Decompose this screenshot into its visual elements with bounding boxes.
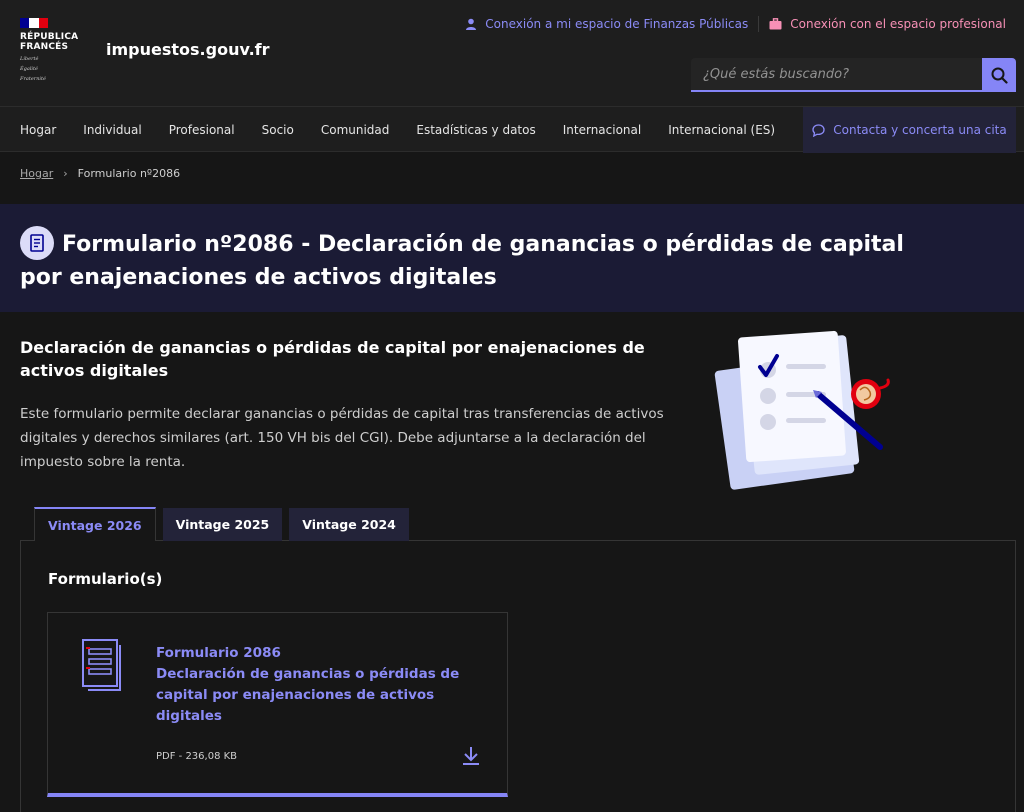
motto-3: Fraternité [20, 76, 46, 82]
pro-space-link[interactable]: Conexión con el espacio profesional [769, 17, 1006, 31]
top-links-divider [758, 16, 760, 32]
search-icon [991, 67, 1008, 84]
top-links: Conexión a mi espacio de Finanzas Públic… [465, 16, 1006, 32]
download-icon[interactable] [462, 746, 480, 766]
chat-bubble-icon [812, 123, 825, 137]
page-title: Formulario nº2086 - Declaración de ganan… [20, 232, 904, 290]
intro-text: Este formulario permite declarar gananci… [20, 406, 664, 470]
nav-item-hogar[interactable]: Hogar [20, 123, 56, 137]
personal-space-label: Conexión a mi espacio de Finanzas Públic… [485, 17, 749, 31]
briefcase-icon [769, 18, 782, 30]
card-title-line2: Declaración de ganancias o pérdidas de c… [156, 666, 460, 724]
pro-space-label: Conexión con el espacio profesional [790, 17, 1006, 31]
title-banner: Formulario nº2086 - Declaración de ganan… [0, 204, 1024, 312]
site-header: RÉPUBLICA FRANCÉS Liberté Égalité Frater… [0, 0, 1024, 106]
contact-label: Contacta y concerta una cita [833, 123, 1007, 137]
card-title-line1: Formulario 2086 [156, 645, 281, 661]
nav-item-internacional-es[interactable]: Internacional (ES) [668, 123, 775, 137]
site-name-link[interactable]: impuestos.gouv.fr [106, 40, 270, 59]
form-download-card[interactable]: Formulario 2086 Declaración de ganancias… [47, 612, 508, 797]
tab-vintage-2026[interactable]: Vintage 2026 [34, 507, 156, 541]
nav-item-comunidad[interactable]: Comunidad [321, 123, 390, 137]
republic-logo[interactable]: RÉPUBLICA FRANCÉS Liberté Égalité Frater… [20, 18, 78, 82]
card-file-info: PDF - 236,08 KB [156, 751, 238, 762]
search-bar [691, 58, 1016, 92]
nav-item-internacional[interactable]: Internacional [563, 123, 641, 137]
motto-2: Égalité [20, 66, 38, 72]
form-illustration [714, 330, 890, 490]
nav-item-socio[interactable]: Socio [262, 123, 294, 137]
nav-items: Hogar Individual Profesional Socio Comun… [20, 107, 802, 153]
contact-appointment-button[interactable]: Contacta y concerta una cita [803, 107, 1016, 153]
personal-space-link[interactable]: Conexión a mi espacio de Finanzas Públic… [465, 17, 748, 31]
document-icon [82, 639, 121, 691]
card-title[interactable]: Formulario 2086 Declaración de ganancias… [156, 643, 476, 727]
search-input[interactable] [691, 58, 982, 92]
breadcrumb-home[interactable]: Hogar [20, 167, 53, 180]
main-nav: Hogar Individual Profesional Socio Comun… [0, 106, 1024, 153]
search-button[interactable] [982, 58, 1016, 92]
french-flag-icon [20, 18, 48, 28]
logo-line2: FRANCÉS [20, 42, 69, 52]
forms-heading: Formulario(s) [48, 570, 163, 588]
nav-item-individual[interactable]: Individual [83, 123, 141, 137]
intro-title: Declaración de ganancias o pérdidas de c… [20, 338, 645, 380]
tab-vintage-2024[interactable]: Vintage 2024 [289, 508, 409, 541]
motto-1: Liberté [20, 56, 39, 62]
breadcrumb-current: Formulario nº2086 [77, 167, 181, 180]
user-icon [466, 18, 477, 30]
vintage-tabs: Vintage 2026 Vintage 2025 Vintage 2024 [34, 507, 409, 541]
nav-item-estadisticas[interactable]: Estadísticas y datos [416, 123, 535, 137]
nav-item-profesional[interactable]: Profesional [169, 123, 235, 137]
logo-line1: RÉPUBLICA [20, 32, 79, 42]
breadcrumb: Hogar › Formulario nº2086 [20, 167, 180, 180]
chevron-right-icon: › [63, 167, 68, 180]
tab-vintage-2025[interactable]: Vintage 2025 [162, 508, 283, 541]
